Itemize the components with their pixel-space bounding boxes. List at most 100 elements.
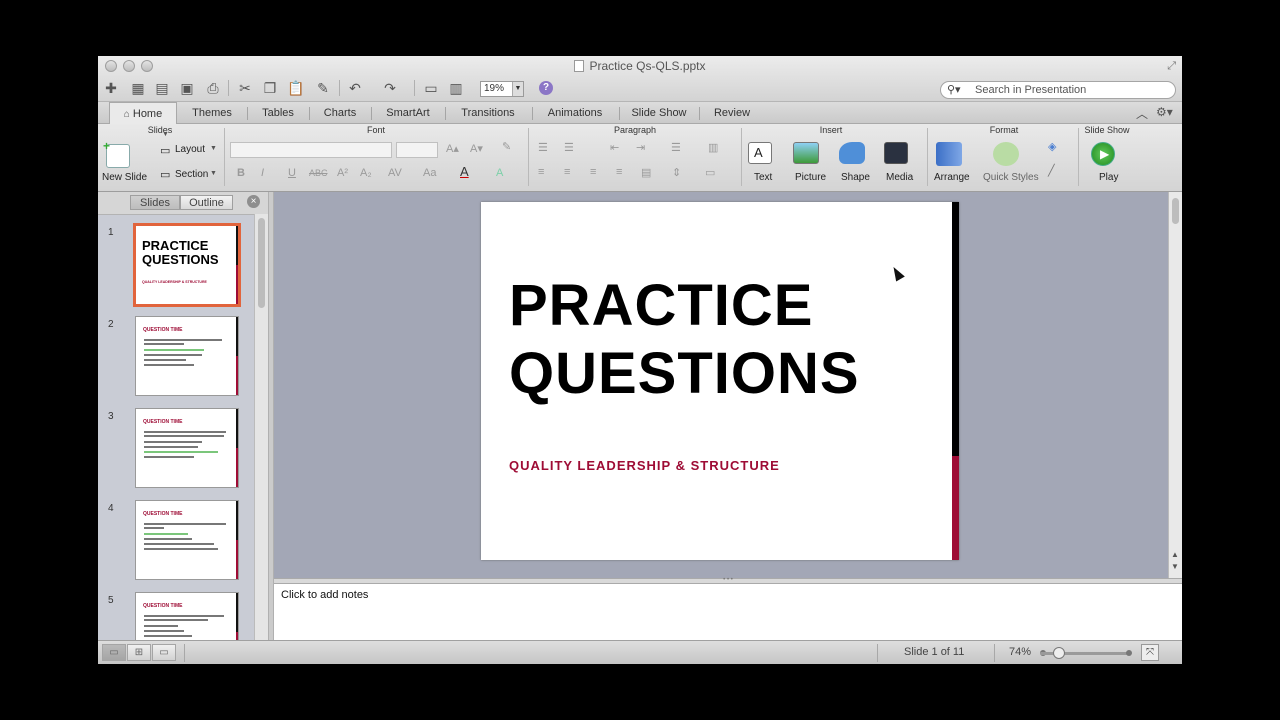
bullets-icon[interactable]: ☰ <box>538 141 548 154</box>
collapse-ribbon-icon[interactable]: ︿ <box>1136 105 1148 122</box>
justify-icon[interactable]: ≡ <box>616 166 622 178</box>
shrink-font-icon[interactable]: A▾ <box>470 142 483 155</box>
play-button[interactable]: Play <box>1099 172 1118 183</box>
slide-layout-icon[interactable]: ▭ <box>422 80 440 96</box>
scrollbar-thumb[interactable] <box>1172 198 1179 224</box>
current-slide[interactable]: PRACTICE QUESTIONS QUALITY LEADERSHIP & … <box>481 202 959 560</box>
slide-thumbnail-4[interactable]: QUESTION TIME <box>135 500 239 580</box>
new-slide-button[interactable]: New Slide <box>102 172 147 183</box>
decrease-indent-icon[interactable]: ⇤ <box>610 141 619 154</box>
layout-button[interactable]: Layout <box>175 144 205 155</box>
strikethrough-icon[interactable]: ABC <box>309 168 328 178</box>
underline-icon[interactable]: U <box>288 167 296 179</box>
font-size-field[interactable] <box>396 142 438 158</box>
help-icon[interactable]: ? <box>539 81 553 95</box>
new-slide-icon[interactable]: + <box>103 139 130 168</box>
tab-tables[interactable]: Tables <box>250 102 306 124</box>
tab-charts[interactable]: Charts <box>312 102 368 124</box>
fullscreen-icon[interactable]: ⤢ <box>1167 60 1176 73</box>
text-direction-icon[interactable]: ⇕ <box>672 166 681 179</box>
grow-font-icon[interactable]: A▴ <box>446 142 459 155</box>
cut-icon[interactable]: ✂ <box>236 80 254 96</box>
distributed-icon[interactable]: ▤ <box>641 166 651 179</box>
slide-sorter-view-button[interactable]: ⊞ <box>127 644 151 661</box>
tab-transitions[interactable]: Transitions <box>448 102 528 124</box>
font-color-icon[interactable]: A <box>460 164 469 179</box>
tab-smartart[interactable]: SmartArt <box>374 102 442 124</box>
zoom-percentage[interactable]: 74% <box>1009 646 1031 658</box>
zoom-select[interactable]: 19% ▼ <box>480 81 524 97</box>
gallery-icon[interactable]: ▥ <box>447 80 465 96</box>
tab-animations[interactable]: Animations <box>535 102 615 124</box>
slide-thumbnail-3[interactable]: QUESTION TIME <box>135 408 239 488</box>
undo-icon[interactable]: ↶ <box>346 80 364 96</box>
character-spacing-icon[interactable]: AV <box>388 167 402 179</box>
editor-scrollbar[interactable]: ▲ ▼ <box>1168 192 1182 578</box>
zoom-in-icon[interactable] <box>1126 650 1132 656</box>
text-box-icon[interactable]: A <box>748 142 772 164</box>
previous-slide-icon[interactable]: ▲ <box>1171 550 1179 559</box>
save-icon[interactable]: ▣ <box>178 80 196 96</box>
redo-icon[interactable]: ↷ <box>381 80 399 96</box>
shape-icon[interactable] <box>839 142 865 164</box>
align-left-icon[interactable]: ≡ <box>538 166 544 178</box>
tab-slides[interactable]: Slides <box>130 195 180 210</box>
clear-formatting-icon[interactable]: ✎ <box>502 140 511 153</box>
close-pane-icon[interactable]: × <box>247 195 260 208</box>
slide-thumbnail-2[interactable]: QUESTION TIME <box>135 316 239 396</box>
font-name-field[interactable] <box>230 142 392 158</box>
notes-area[interactable]: Click to add notes <box>274 584 1182 640</box>
slide-thumbnail-1[interactable]: PRACTICE QUESTIONS QUALITY LEADERSHIP & … <box>133 223 241 307</box>
fit-to-window-icon[interactable]: ⤧ <box>1141 644 1159 661</box>
presenter-view-button[interactable]: ▭ <box>152 644 176 661</box>
align-right-icon[interactable]: ≡ <box>590 166 596 178</box>
columns-icon[interactable]: ▥ <box>708 141 718 154</box>
scrollbar-thumb[interactable] <box>258 218 265 308</box>
arrange-button[interactable]: Arrange <box>934 172 970 183</box>
slide-subtitle[interactable]: QUALITY LEADERSHIP & STRUCTURE <box>509 458 780 473</box>
tab-review[interactable]: Review <box>702 102 762 124</box>
quick-styles-icon[interactable] <box>993 142 1019 166</box>
zoom-slider-thumb[interactable] <box>1053 647 1065 659</box>
fill-icon[interactable]: ◈ <box>1048 140 1056 153</box>
picture-button[interactable]: Picture <box>795 172 826 183</box>
shape-button[interactable]: Shape <box>841 172 870 183</box>
text-effects-icon[interactable]: A <box>496 167 503 179</box>
arrange-icon[interactable] <box>936 142 962 166</box>
next-slide-icon[interactable]: ▼ <box>1171 562 1179 571</box>
chevron-down-icon[interactable]: ▼ <box>162 131 169 138</box>
tab-themes[interactable]: Themes <box>182 102 242 124</box>
open-icon[interactable]: ▤ <box>153 80 171 96</box>
tab-slide-show[interactable]: Slide Show <box>622 102 696 124</box>
media-button[interactable]: Media <box>886 172 913 183</box>
paste-icon[interactable]: 📋 <box>287 80 305 96</box>
media-icon[interactable] <box>884 142 908 164</box>
superscript-icon[interactable]: A² <box>337 167 348 179</box>
subscript-icon[interactable]: A₂ <box>360 167 372 179</box>
gear-icon[interactable]: ⚙▾ <box>1156 105 1173 119</box>
section-button[interactable]: Section <box>175 169 208 180</box>
slide-title[interactable]: PRACTICE QUESTIONS <box>509 272 860 408</box>
picture-icon[interactable] <box>793 142 819 164</box>
print-icon[interactable]: ⎙ <box>204 80 222 96</box>
format-painter-icon[interactable]: ✎ <box>314 80 332 96</box>
numbering-icon[interactable]: ☰ <box>564 141 574 154</box>
copy-icon[interactable]: ❐ <box>261 80 279 96</box>
quick-styles-button[interactable]: Quick Styles <box>983 172 1039 183</box>
align-text-icon[interactable]: ▭ <box>705 166 715 179</box>
new-presentation-icon[interactable]: ✚ <box>102 80 120 96</box>
change-case-icon[interactable]: Aa <box>423 167 436 179</box>
search-input[interactable]: ⚲▾ Search in Presentation <box>940 81 1176 99</box>
line-icon[interactable]: ╱ <box>1048 164 1055 177</box>
tab-home[interactable]: ⌂ Home <box>109 102 177 125</box>
italic-icon[interactable]: I <box>261 167 264 179</box>
normal-view-button[interactable]: ▭ <box>102 644 126 661</box>
tab-outline[interactable]: Outline <box>180 195 233 210</box>
templates-icon[interactable]: ▦ <box>129 80 147 96</box>
text-button[interactable]: Text <box>754 172 772 183</box>
align-center-icon[interactable]: ≡ <box>564 166 570 178</box>
play-icon[interactable]: ▶ <box>1091 142 1115 166</box>
slide-thumbnail-5[interactable]: QUESTION TIME <box>135 592 239 640</box>
line-spacing-icon[interactable]: ☰ <box>671 141 681 154</box>
bold-icon[interactable]: B <box>237 167 245 179</box>
